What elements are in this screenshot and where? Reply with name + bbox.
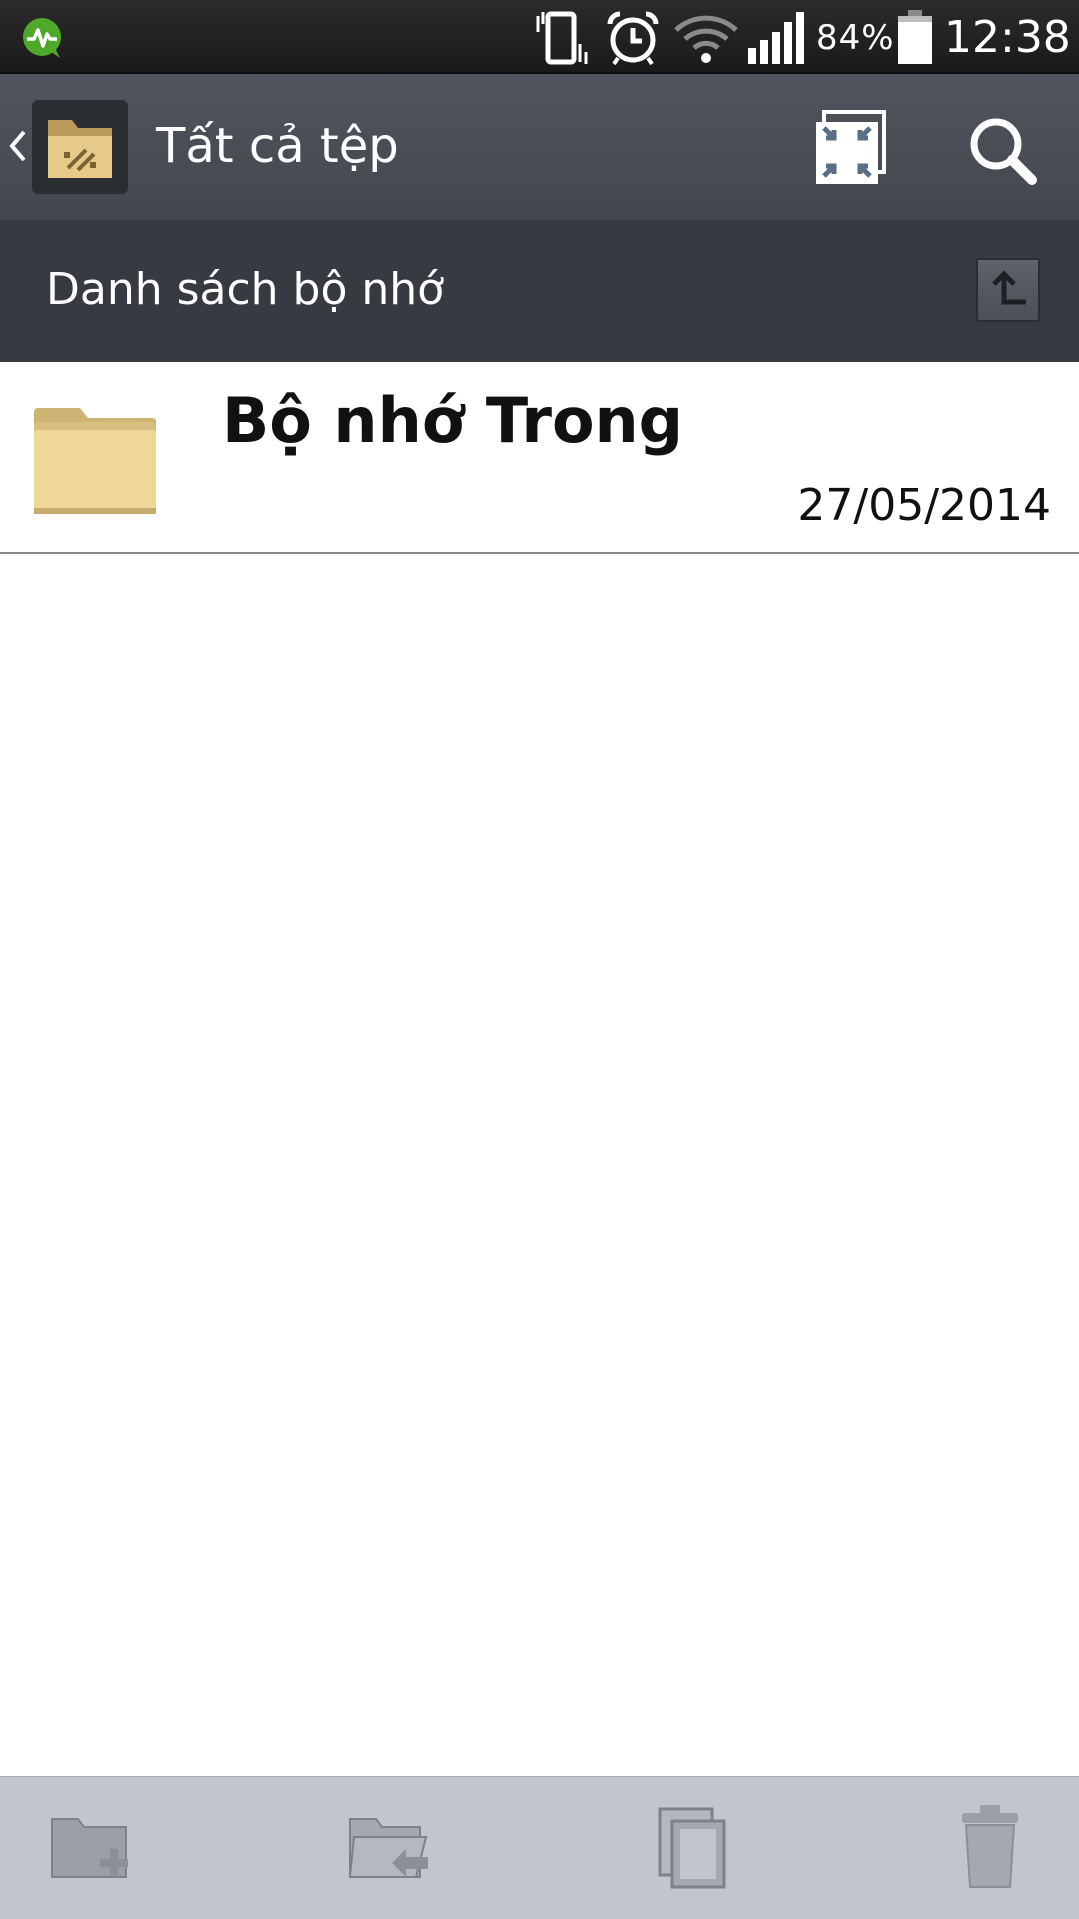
folder-icon <box>34 408 156 514</box>
delete-button[interactable] <box>940 1797 1040 1897</box>
back-button[interactable] <box>0 74 140 220</box>
status-clock: 12:38 <box>944 12 1071 63</box>
storage-list-header: Danh sách bộ nhớ <box>0 220 1079 362</box>
file-date: 27/05/2014 <box>797 480 1051 531</box>
copy-button[interactable] <box>642 1797 742 1897</box>
new-folder-button[interactable] <box>42 1797 142 1897</box>
app-notification-icon <box>23 18 61 58</box>
wifi-icon <box>674 15 738 63</box>
up-button[interactable] <box>976 258 1040 322</box>
file-name: Bộ nhớ Trong <box>222 384 684 457</box>
status-bar: 84% 12:38 <box>0 0 1079 74</box>
page-title: Tất cả tệp <box>156 118 399 174</box>
alarm-icon <box>607 11 659 66</box>
bottom-toolbar <box>0 1776 1079 1919</box>
delete-icon <box>962 1805 1018 1888</box>
copy-icon <box>658 1807 726 1889</box>
battery-icon <box>898 10 932 64</box>
action-bar: Tất cả tệp <box>0 74 1079 220</box>
signal-icon <box>748 12 804 64</box>
storage-list-title: Danh sách bộ nhớ <box>46 264 445 315</box>
app-icon <box>32 100 128 194</box>
search-icon[interactable] <box>952 104 1052 194</box>
new-folder-icon <box>51 1818 128 1878</box>
file-manager-app-icon <box>48 120 112 178</box>
file-list: Bộ nhớ Trong 27/05/2014 <box>0 362 1079 554</box>
back-chevron-icon <box>9 130 26 162</box>
up-arrow-icon <box>992 270 1026 305</box>
vibrate-icon <box>536 11 588 65</box>
move-button[interactable] <box>340 1797 440 1897</box>
shrink-view-icon[interactable] <box>800 104 900 194</box>
battery-percentage: 84% <box>816 18 895 58</box>
list-item[interactable]: Bộ nhớ Trong 27/05/2014 <box>0 362 1079 554</box>
move-icon <box>348 1818 428 1878</box>
